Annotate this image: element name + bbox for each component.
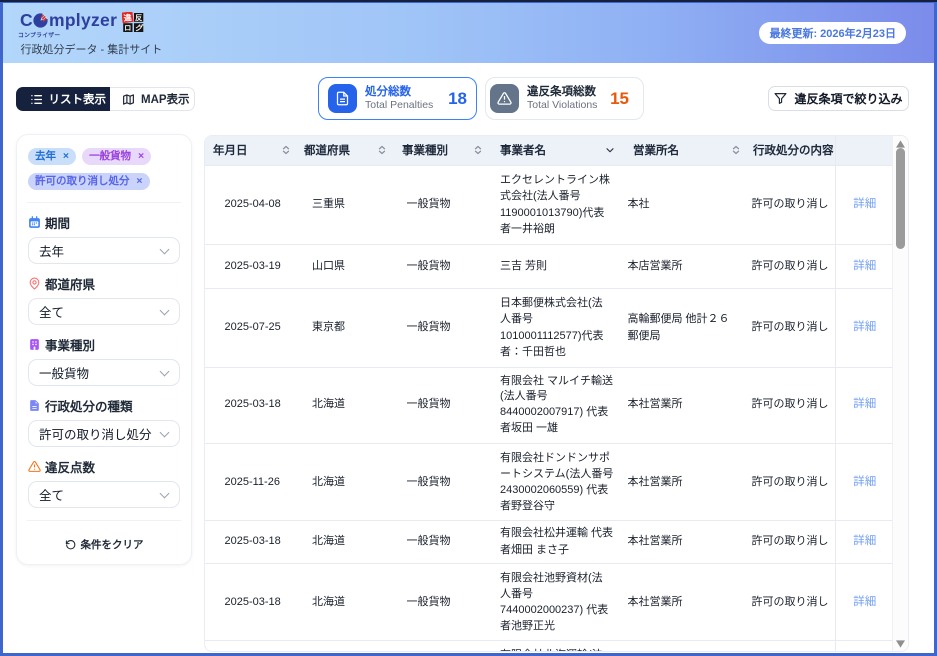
svg-text:違: 違 [123,12,132,23]
svg-text:反: 反 [135,14,142,22]
svg-text:ロ: ロ [125,24,132,32]
